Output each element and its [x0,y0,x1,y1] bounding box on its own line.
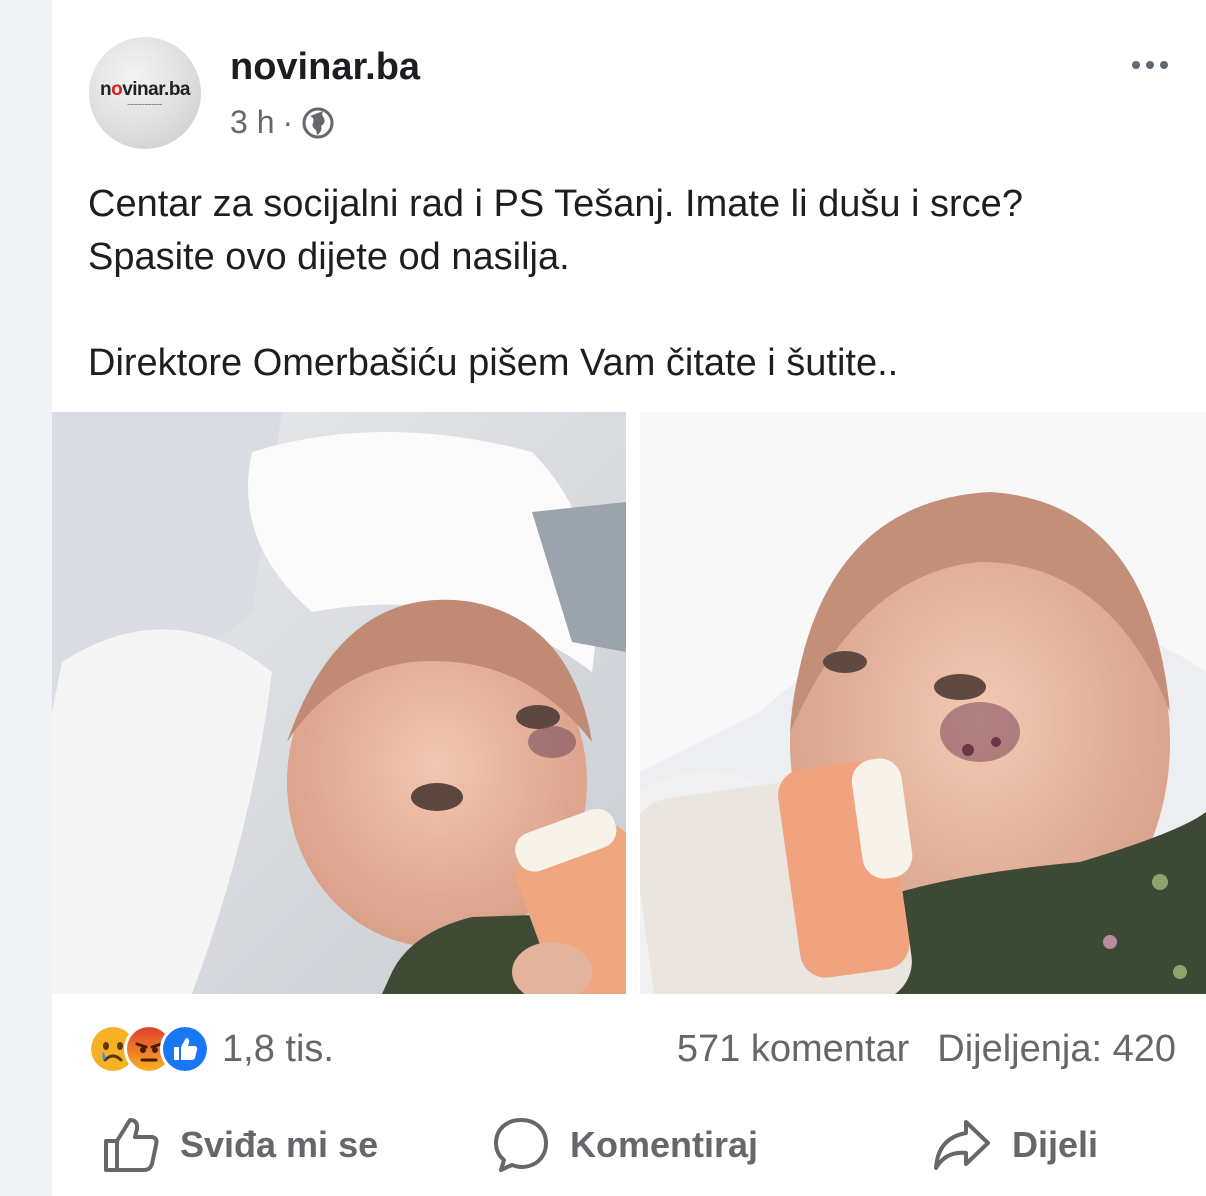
post-time[interactable]: 3 h [230,104,274,141]
engagement-counts: 571 komentar Dijeljenja: 420 [677,1028,1176,1071]
shares-count[interactable]: Dijeljenja: 420 [937,1028,1176,1071]
share-button[interactable]: Dijeli [932,1110,1098,1180]
comment-button-label: Komentiraj [570,1124,759,1165]
more-options-icon[interactable] [1120,50,1180,80]
page-name[interactable]: novinar.ba [230,46,420,89]
comment-button[interactable]: Komentiraj [492,1110,758,1180]
meta-separator: · [282,104,294,140]
like-reaction-icon [160,1024,210,1074]
post-text: Centar za socijalni rad i PS Tešanj. Ima… [88,178,1148,390]
post-paragraph-1: Centar za socijalni rad i PS Tešanj. Ima… [88,183,1023,278]
post-photo-1[interactable] [52,412,626,994]
post-meta: 3 h · [230,104,335,141]
reactions-count: 1,8 tis. [222,1027,334,1070]
avatar-logo-tagline: ━━━━━━━━━━ [127,101,163,108]
reactions-summary[interactable]: 1,8 tis. [88,1024,334,1074]
action-bar: Sviđa mi se Komentiraj Dijeli [52,1110,1206,1180]
post-paragraph-2: Direktore Omerbašiću pišem Vam čitate i … [88,342,899,384]
page-avatar[interactable]: novinar.ba ━━━━━━━━━━ [89,37,201,149]
globe-icon[interactable] [301,106,335,140]
like-button[interactable]: Sviđa mi se [102,1110,378,1180]
share-button-label: Dijeli [1012,1124,1099,1165]
like-button-label: Sviđa mi se [180,1124,379,1165]
post-photo-2[interactable] [640,412,1206,994]
comment-bubble-icon [494,1118,548,1172]
thumbs-up-icon [104,1118,159,1172]
share-arrow-icon [934,1120,990,1170]
avatar-logo: novinar.ba [99,78,191,100]
post-card: novinar.ba ━━━━━━━━━━ novinar.ba 3 h · C… [52,0,1206,1196]
comments-count[interactable]: 571 komentar [677,1028,909,1071]
